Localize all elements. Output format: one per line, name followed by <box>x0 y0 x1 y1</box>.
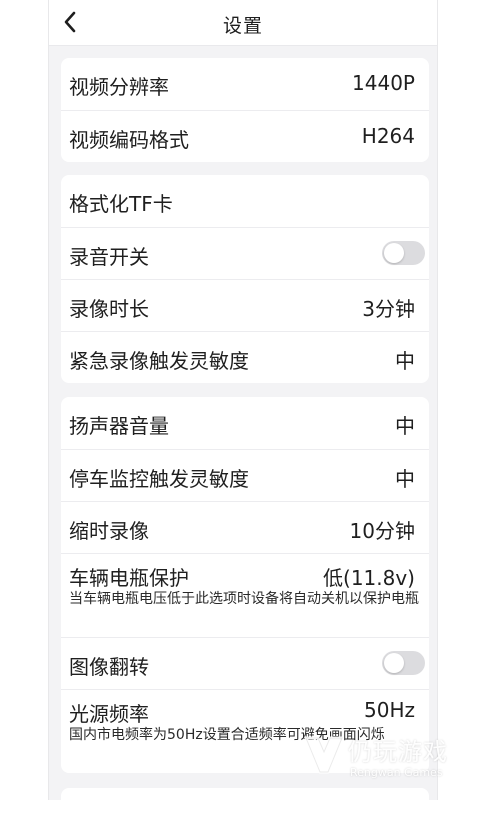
setting-label: 扬声器音量 <box>69 414 169 438</box>
setting-row-format-tf-card[interactable]: 格式化TF卡 <box>61 175 429 227</box>
setting-label: 光源频率 <box>69 702 149 726</box>
setting-label: 图像翻转 <box>69 655 149 679</box>
setting-value: 中 <box>395 349 415 373</box>
setting-row-timelapse[interactable]: 缩时录像 10分钟 <box>61 501 429 553</box>
settings-card-device: 扬声器音量 中 停车监控触发灵敏度 中 缩时录像 10分钟 车辆电瓶保护 低(1… <box>61 397 429 773</box>
setting-row-image-flip: 图像翻转 <box>61 637 429 689</box>
setting-value: 1440P <box>352 71 415 95</box>
setting-label: 紧急录像触发灵敏度 <box>69 349 249 373</box>
setting-label: 缩时录像 <box>69 519 149 543</box>
setting-value: 中 <box>395 467 415 491</box>
setting-label: 录像时长 <box>69 297 149 321</box>
settings-card-video: 视频分辨率 1440P 视频编码格式 H264 <box>61 58 429 162</box>
setting-label: 视频分辨率 <box>69 75 169 99</box>
setting-label: 车辆电瓶保护 <box>69 566 189 590</box>
setting-row-video-resolution[interactable]: 视频分辨率 1440P <box>61 58 429 110</box>
setting-row-video-codec[interactable]: 视频编码格式 H264 <box>61 110 429 162</box>
setting-label: 停车监控触发灵敏度 <box>69 467 249 491</box>
audio-recording-toggle[interactable] <box>382 241 425 265</box>
setting-row-recording-duration[interactable]: 录像时长 3分钟 <box>61 279 429 331</box>
setting-row-speaker-volume[interactable]: 扬声器音量 中 <box>61 397 429 449</box>
setting-row-emergency-sensitivity[interactable]: 紧急录像触发灵敏度 中 <box>61 331 429 383</box>
page-title: 设置 <box>222 15 263 37</box>
setting-value: H264 <box>361 124 415 148</box>
image-flip-toggle[interactable] <box>382 651 425 675</box>
toggle-knob <box>384 653 404 673</box>
settings-card-recording: 格式化TF卡 录音开关 录像时长 3分钟 紧急录像触发灵敏度 中 <box>61 175 429 383</box>
setting-label: 录音开关 <box>69 245 149 269</box>
nav-bar: 设置 <box>49 0 437 46</box>
setting-row-light-frequency[interactable]: 光源频率 50Hz 国内市电频率为50Hz设置合适频率可避免画面闪烁 <box>61 689 429 773</box>
toggle-knob <box>384 243 404 263</box>
setting-description: 国内市电频率为50Hz设置合适频率可避免画面闪烁 <box>69 727 385 743</box>
setting-value: 50Hz <box>364 698 415 722</box>
settings-card-next <box>61 788 429 828</box>
setting-row-audio-recording: 录音开关 <box>61 227 429 279</box>
setting-description: 当车辆电瓶电压低于此选项时设备将自动关机以保护电瓶 <box>69 591 419 607</box>
setting-row-battery-protection[interactable]: 车辆电瓶保护 低(11.8v) 当车辆电瓶电压低于此选项时设备将自动关机以保护电… <box>61 553 429 637</box>
setting-value: 低(11.8v) <box>323 566 415 590</box>
setting-label: 视频编码格式 <box>69 128 189 152</box>
setting-value: 中 <box>395 414 415 438</box>
setting-value: 10分钟 <box>349 519 415 543</box>
setting-value: 3分钟 <box>362 297 415 321</box>
setting-label: 格式化TF卡 <box>69 192 173 216</box>
setting-row-parking-sensitivity[interactable]: 停车监控触发灵敏度 中 <box>61 449 429 501</box>
settings-screen: 设置 视频分辨率 1440P 视频编码格式 H264 格式化TF卡 录音开关 录… <box>48 0 438 828</box>
